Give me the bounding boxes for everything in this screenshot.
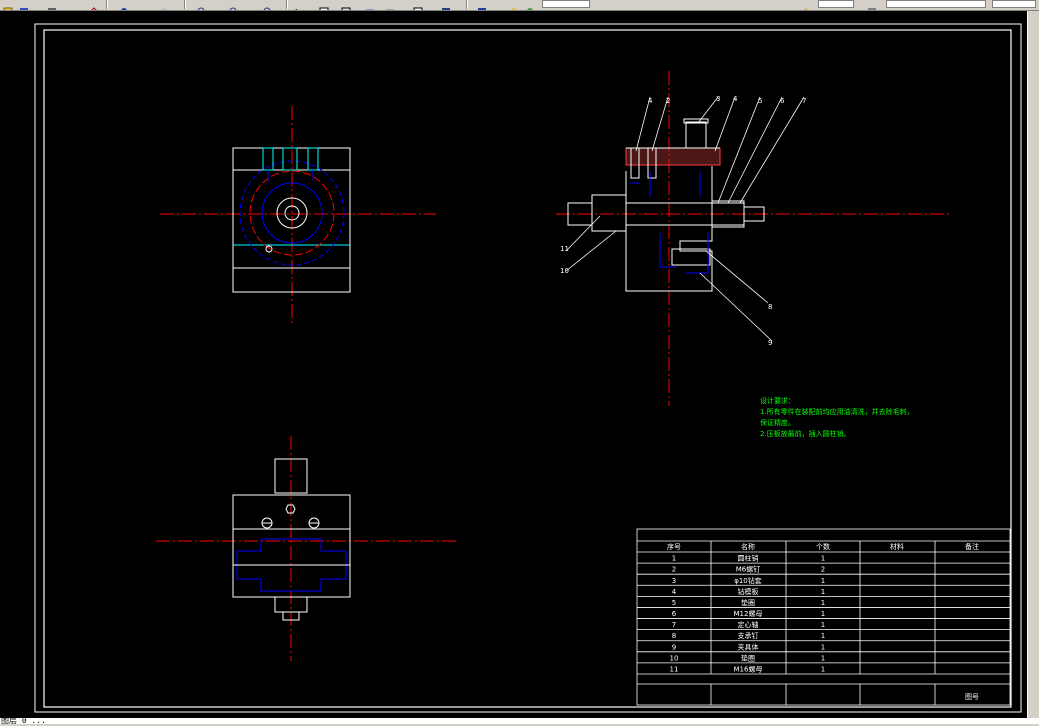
- bom-cell-r4-c1: 垫圈: [741, 598, 755, 607]
- bom-cell-r1-c2: 2: [821, 566, 825, 574]
- bom-header-1: 名称: [741, 542, 755, 551]
- bom-cell-r10-c2: 1: [821, 666, 825, 674]
- layer-icon[interactable]: [340, 0, 352, 10]
- notes-line-3: 2.压板放最前，插入圆柱销。: [760, 429, 851, 438]
- bom-cell-r0-c1: 圆柱销: [738, 554, 759, 563]
- sheet-inner-border: [43, 29, 1012, 708]
- top-view: [156, 436, 456, 661]
- balloon-4: 4: [733, 95, 738, 103]
- open-icon[interactable]: [2, 0, 14, 10]
- layer-state-icon[interactable]: [364, 0, 376, 10]
- bom-cell-r3-c0: 4: [672, 588, 677, 596]
- plot-style-icon[interactable]: [866, 0, 878, 10]
- bom-cell-r8-c1: 夹具体: [738, 642, 759, 651]
- bom-cell-r10-c0: 11: [670, 666, 679, 674]
- bom-cell-r8-c0: 9: [672, 643, 676, 651]
- bom-cell-r7-c0: 8: [672, 632, 676, 640]
- balloon-3: 3: [716, 95, 720, 103]
- front-view: [160, 106, 436, 326]
- cad-drawing: 4 2 3 4 5 6 7 11 10 8 9 设计要求： 1.所有零件在装配前…: [34, 23, 1022, 713]
- toolbar: A: [0, 0, 1039, 11]
- color-icon[interactable]: [476, 0, 488, 10]
- bom-cell-r7-c2: 1: [821, 632, 825, 640]
- vertical-scrollbar[interactable]: [1027, 11, 1039, 718]
- bom-header-3: 材料: [890, 542, 904, 551]
- bom-cell-r0-c0: 1: [672, 555, 676, 563]
- bom-cell-r1-c0: 2: [672, 566, 676, 574]
- technical-notes: 设计要求： 1.所有零件在装配前均应用油清洗，并去除毛刺， 保证精度。 2.压板…: [760, 396, 914, 438]
- zoom-realtime-icon[interactable]: [262, 0, 274, 10]
- bom-cell-r10-c1: M16螺母: [734, 665, 763, 674]
- drawing-canvas[interactable]: 4 2 3 4 5 6 7 11 10 8 9 设计要求： 1.所有零件在装配前…: [0, 11, 1027, 718]
- undo-icon[interactable]: [88, 0, 100, 10]
- bom-cell-r9-c0: 10: [670, 654, 679, 662]
- balloon-8: 8: [768, 303, 772, 311]
- balloon-6: 6: [780, 97, 785, 105]
- bom-cell-r5-c1: M12螺母: [734, 609, 763, 618]
- bom-cell-r6-c2: 1: [821, 621, 825, 629]
- zoom-icon[interactable]: [158, 0, 170, 10]
- balloon-2: 2: [666, 97, 670, 105]
- m16-nut: [591, 194, 627, 232]
- balloon-10: 10: [560, 267, 569, 275]
- bom-cell-r3-c2: 1: [821, 588, 825, 596]
- linetype-dropdown[interactable]: [886, 0, 986, 8]
- balloon-7: 7: [802, 97, 806, 105]
- side-section-view: 4 2 3 4 5 6 7 11 10 8 9: [556, 71, 951, 406]
- properties-icon[interactable]: [318, 0, 330, 10]
- bom-cell-r0-c2: 1: [821, 555, 825, 563]
- notes-line-2: 保证精度。: [760, 418, 795, 427]
- bom-cell-r8-c2: 1: [821, 643, 825, 651]
- zoom-previous-icon[interactable]: [228, 0, 240, 10]
- drawing-number-label: 图号: [965, 693, 979, 701]
- lineweight-dropdown[interactable]: [992, 0, 1036, 8]
- bom-cell-r9-c2: 1: [821, 654, 825, 662]
- drill-plate-hatch: [625, 147, 721, 166]
- balloon-11: 11: [560, 245, 569, 253]
- status-text: 图层 0 ...: [1, 716, 46, 725]
- bom-cell-r3-c1: 钻模板: [738, 587, 759, 596]
- color-dropdown[interactable]: [818, 0, 854, 8]
- text-style-icon[interactable]: A: [292, 0, 304, 10]
- table-icon[interactable]: [412, 0, 424, 10]
- layer-dropdown[interactable]: [542, 0, 590, 8]
- notes-title: 设计要求：: [760, 396, 795, 405]
- zoom-window-icon[interactable]: [196, 0, 208, 10]
- bom-cell-r6-c0: 7: [672, 621, 676, 629]
- status-bar: 图层 0 ...: [0, 716, 1039, 725]
- calculator-icon[interactable]: [440, 0, 452, 10]
- balloon-1: 4: [648, 97, 653, 105]
- bom-cell-r1-c1: M6螺钉: [736, 565, 761, 574]
- save-icon[interactable]: [18, 0, 30, 10]
- layer-manager-icon[interactable]: [800, 0, 812, 10]
- bom-cell-r5-c0: 6: [672, 610, 677, 618]
- bom-cell-r6-c1: 定心轴: [738, 620, 759, 629]
- bom-cell-r2-c1: φ10钻套: [734, 576, 762, 585]
- balloon-9: 9: [768, 339, 772, 347]
- balloon-5: 5: [758, 97, 762, 105]
- sheet-outer-border: [34, 23, 1022, 713]
- linetype-icon[interactable]: [508, 0, 520, 10]
- match-icon[interactable]: [384, 0, 396, 10]
- lineweight-icon[interactable]: [524, 0, 536, 10]
- bom-cell-r9-c1: 垫圈: [741, 653, 755, 662]
- bom-header-2: 个数: [816, 542, 830, 551]
- bom-cell-r2-c2: 1: [821, 577, 825, 585]
- bom-cell-r2-c0: 3: [672, 577, 676, 585]
- drill-bushing: [685, 121, 707, 149]
- bom-cell-r4-c0: 5: [672, 599, 676, 607]
- bom-header-0: 序号: [667, 542, 681, 551]
- bom-cell-r4-c2: 1: [821, 599, 825, 607]
- bom-header-4: 备注: [965, 542, 979, 551]
- bom-cell-r5-c2: 1: [821, 610, 825, 618]
- print-icon[interactable]: [46, 0, 58, 10]
- notes-line-1: 1.所有零件在装配前均应用油清洗，并去除毛刺，: [760, 407, 914, 416]
- bom-cell-r7-c1: 支承钉: [738, 631, 759, 640]
- pan-icon[interactable]: [118, 0, 130, 10]
